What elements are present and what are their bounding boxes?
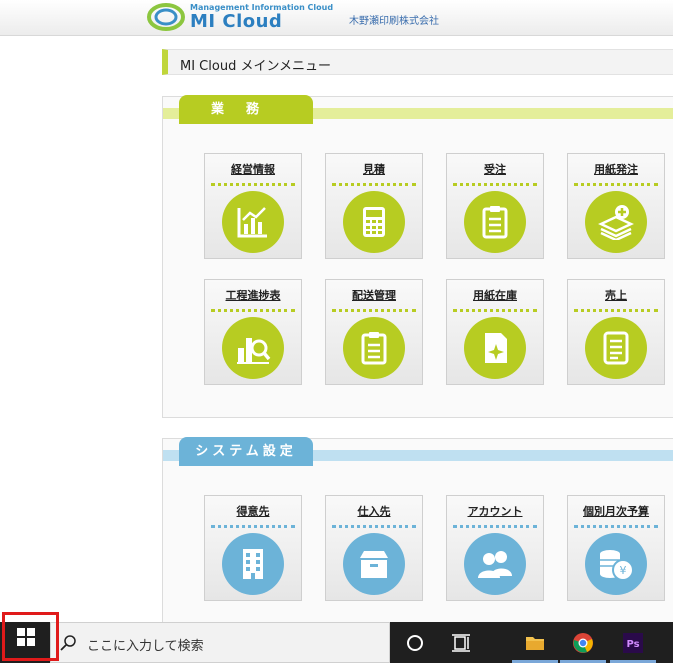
tile-label[interactable]: 受注 bbox=[447, 161, 543, 177]
photoshop-button[interactable]: Ps bbox=[610, 622, 656, 663]
logo-title: MI Cloud bbox=[190, 11, 283, 32]
taskbar-search-box[interactable]: ここに入力して検索 bbox=[50, 622, 390, 663]
tile-label[interactable]: 見積 bbox=[326, 161, 422, 177]
inventory-sparkle-icon[interactable] bbox=[464, 317, 526, 379]
tile-keiei-joho[interactable]: 経営情報 bbox=[204, 153, 302, 259]
windows-start-icon bbox=[17, 628, 35, 646]
tile-yoshi-zaiko[interactable]: 用紙在庫 bbox=[446, 279, 544, 385]
svg-text:¥: ¥ bbox=[620, 564, 627, 577]
divider bbox=[453, 309, 537, 312]
tile-label[interactable]: 仕入先 bbox=[326, 503, 422, 519]
chrome-icon bbox=[573, 633, 593, 653]
clipboard-icon[interactable] bbox=[464, 191, 526, 253]
divider bbox=[332, 309, 416, 312]
section-work: 業務 経営情報 見積 受注 用紙発注 工程進捗表 配送管理 用紙在庫 売上 bbox=[162, 95, 673, 418]
section-title-work: 業務 bbox=[179, 95, 313, 124]
divider bbox=[211, 183, 295, 186]
tile-label[interactable]: 工程進捗表 bbox=[205, 287, 301, 303]
company-name: 木野瀬印刷株式会社 bbox=[349, 16, 439, 27]
tile-uriage[interactable]: 売上 bbox=[567, 279, 665, 385]
calculator-icon[interactable] bbox=[343, 191, 405, 253]
divider bbox=[211, 309, 295, 312]
progress-magnifier-icon[interactable] bbox=[222, 317, 284, 379]
tile-kotei-shinchoku[interactable]: 工程進捗表 bbox=[204, 279, 302, 385]
yen-coins-icon[interactable]: ¥ bbox=[585, 533, 647, 595]
box-icon[interactable] bbox=[343, 533, 405, 595]
tile-shiiresaki[interactable]: 仕入先 bbox=[325, 495, 423, 601]
svg-text:Ps: Ps bbox=[626, 639, 639, 650]
tile-label[interactable]: アカウント bbox=[447, 503, 543, 519]
tile-label[interactable]: 用紙発注 bbox=[568, 161, 664, 177]
photoshop-icon: Ps bbox=[623, 633, 643, 653]
page-title-bar: MI Cloud メインメニュー bbox=[162, 49, 673, 75]
tile-label[interactable]: 売上 bbox=[568, 287, 664, 303]
file-explorer-icon bbox=[526, 637, 544, 650]
divider bbox=[574, 309, 658, 312]
mi-cloud-logo-icon[interactable] bbox=[146, 1, 186, 33]
chrome-button[interactable] bbox=[560, 622, 606, 663]
section-system-settings: システム設定 得意先 仕入先 アカウント 個別月次予算 ¥ bbox=[162, 437, 673, 638]
start-button[interactable] bbox=[2, 612, 59, 661]
cortana-button[interactable] bbox=[392, 622, 438, 663]
app-header: Management Information Cloud MI Cloud 木野… bbox=[0, 0, 673, 36]
tile-label[interactable]: 個別月次予算 bbox=[568, 503, 664, 519]
tile-label[interactable]: 経営情報 bbox=[205, 161, 301, 177]
divider bbox=[453, 183, 537, 186]
task-view-icon bbox=[452, 634, 470, 652]
search-icon bbox=[60, 635, 76, 651]
tile-haiso-kanri[interactable]: 配送管理 bbox=[325, 279, 423, 385]
tile-tokuisaki[interactable]: 得意先 bbox=[204, 495, 302, 601]
divider bbox=[453, 525, 537, 528]
section-title-system: システム設定 bbox=[179, 437, 313, 466]
search-placeholder: ここに入力して検索 bbox=[87, 639, 204, 654]
paper-stack-add-icon[interactable] bbox=[585, 191, 647, 253]
chart-icon[interactable] bbox=[222, 191, 284, 253]
divider bbox=[574, 525, 658, 528]
delivery-clipboard-icon[interactable] bbox=[343, 317, 405, 379]
tile-label[interactable]: 配送管理 bbox=[326, 287, 422, 303]
divider bbox=[332, 183, 416, 186]
building-icon[interactable] bbox=[222, 533, 284, 595]
page-title: MI Cloud メインメニュー bbox=[180, 59, 332, 74]
tile-kobetsu-getsuji-yosan[interactable]: 個別月次予算 ¥ bbox=[567, 495, 665, 601]
divider bbox=[211, 525, 295, 528]
tile-label[interactable]: 用紙在庫 bbox=[447, 287, 543, 303]
task-view-button[interactable] bbox=[438, 622, 484, 663]
divider bbox=[332, 525, 416, 528]
divider bbox=[574, 183, 658, 186]
users-icon[interactable] bbox=[464, 533, 526, 595]
sales-list-icon[interactable] bbox=[585, 317, 647, 379]
tile-yoshi-hatchu[interactable]: 用紙発注 bbox=[567, 153, 665, 259]
file-explorer-button[interactable] bbox=[512, 622, 558, 663]
screen: Management Information Cloud MI Cloud 木野… bbox=[0, 0, 673, 663]
cortana-icon bbox=[407, 635, 423, 651]
tile-label[interactable]: 得意先 bbox=[205, 503, 301, 519]
tile-juchu[interactable]: 受注 bbox=[446, 153, 544, 259]
tile-mitsumori[interactable]: 見積 bbox=[325, 153, 423, 259]
tile-account[interactable]: アカウント bbox=[446, 495, 544, 601]
